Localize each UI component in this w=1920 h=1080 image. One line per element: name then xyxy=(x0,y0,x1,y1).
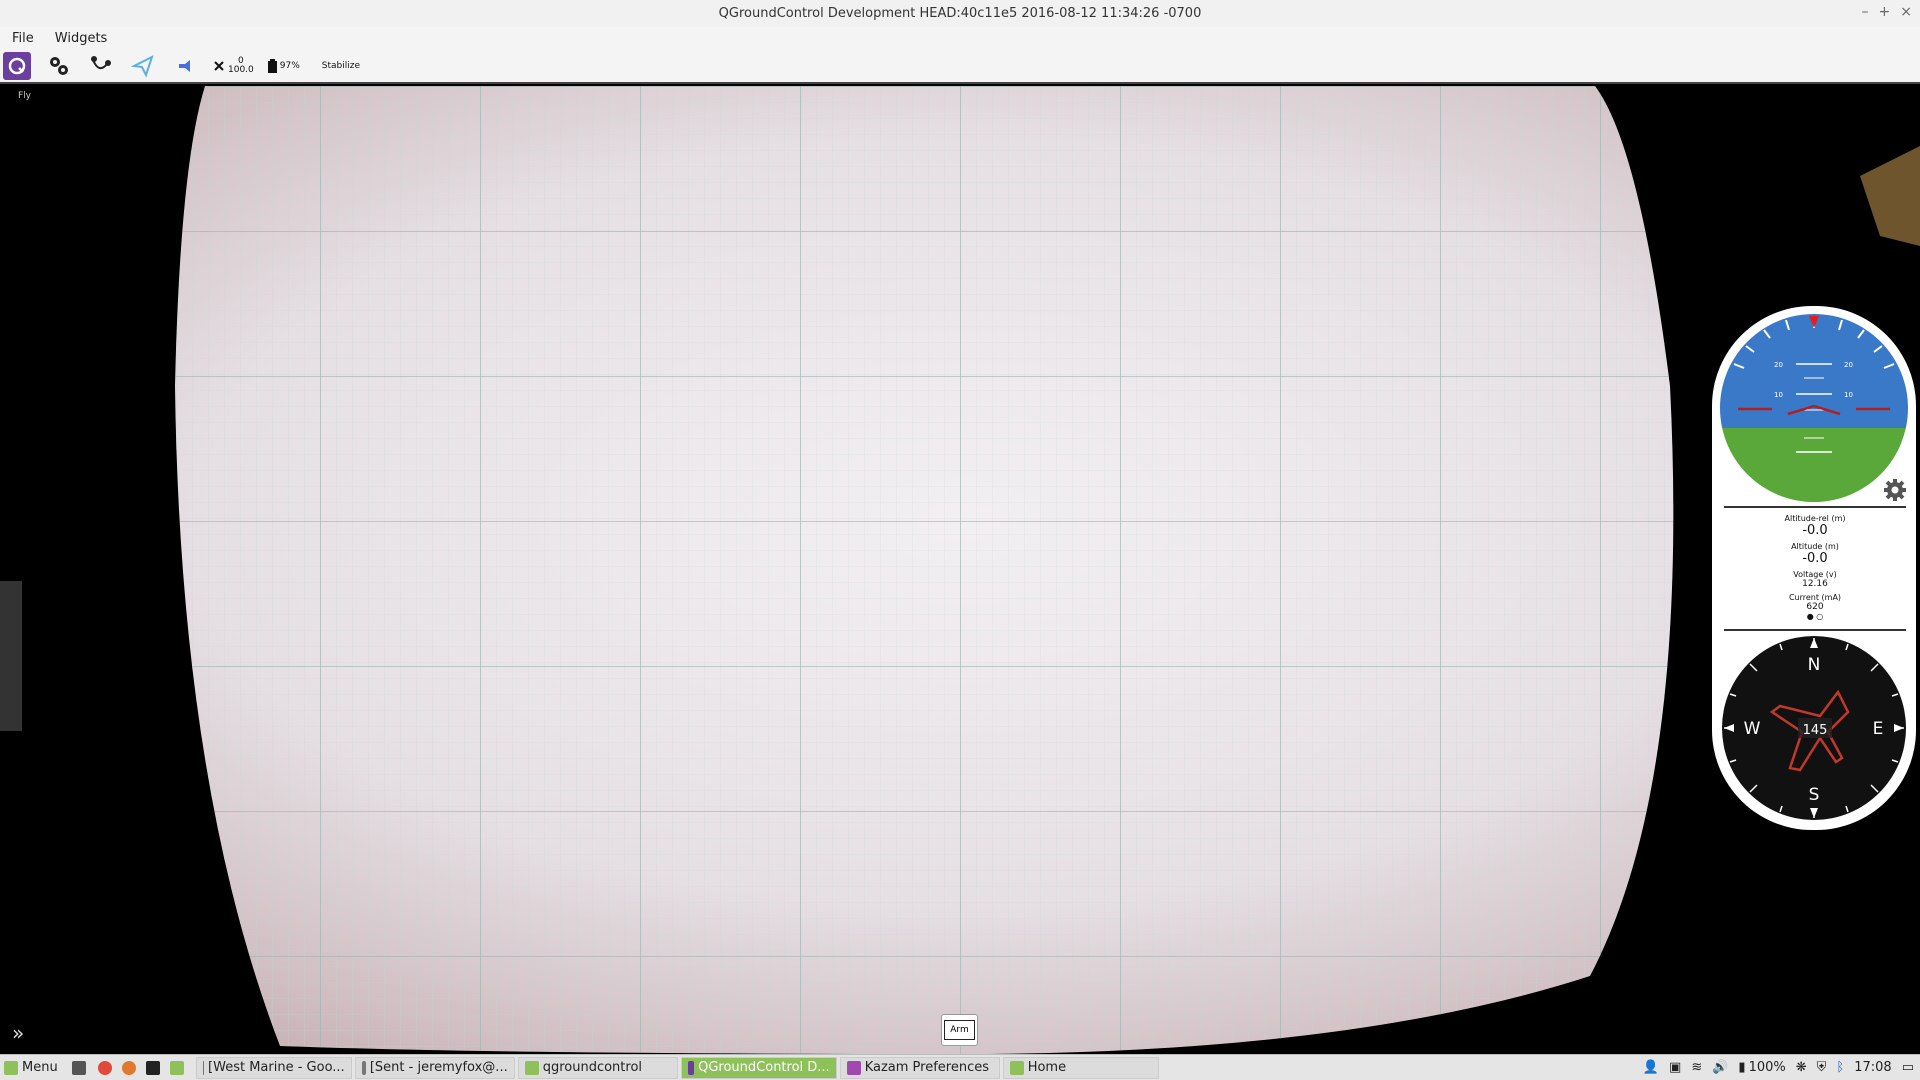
task-label: Home xyxy=(1027,1060,1067,1075)
current-label: Current (mA) xyxy=(1788,593,1842,602)
altitude-value: -0.0 xyxy=(1802,551,1828,566)
maximize-button[interactable]: + xyxy=(1879,4,1891,20)
battery-indicator[interactable]: 97% xyxy=(267,59,300,73)
minimize-button[interactable]: – xyxy=(1862,4,1869,20)
clock[interactable]: 17:08 xyxy=(1854,1060,1891,1075)
gears-icon xyxy=(50,57,68,75)
altitude-label: Altitude (m) xyxy=(1791,542,1839,551)
gear-icon[interactable] xyxy=(1882,477,1908,503)
arm-button[interactable]: Arm xyxy=(941,1014,978,1046)
divider-bottom xyxy=(1724,629,1906,631)
network-icon[interactable]: ❋ xyxy=(1796,1060,1807,1075)
megaphone-icon xyxy=(179,60,190,72)
task-label: [Sent - jeremyfox@... xyxy=(369,1060,508,1075)
voltage-label: Voltage (v) xyxy=(1793,570,1837,579)
folder-task-icon xyxy=(524,1060,539,1075)
wifi-icon[interactable]: ≋ xyxy=(1691,1060,1702,1075)
arm-label: Arm xyxy=(944,1020,975,1040)
notifications-icon[interactable]: ▭ xyxy=(1902,1060,1914,1075)
home-folder-task-icon xyxy=(1009,1060,1024,1075)
pitch-label-20-right: 20 xyxy=(1844,361,1853,369)
compass-west: W xyxy=(1744,719,1761,739)
fly-label: Fly xyxy=(18,91,32,101)
camera-image xyxy=(0,86,1920,1054)
rc-rssi-indicator[interactable]: 0 100.0 xyxy=(213,57,254,75)
user-icon[interactable]: 👤 xyxy=(1643,1060,1659,1075)
mint-logo-icon xyxy=(4,1060,18,1075)
bluetooth-icon[interactable]: ᛒ xyxy=(1836,1060,1844,1075)
firefox-icon[interactable] xyxy=(121,1060,136,1075)
plan-view-button[interactable] xyxy=(87,52,115,80)
battery-percent: 97% xyxy=(279,61,300,71)
system-tray: 👤 ▣ ≋ 🔊 ▮ 100% ❋ ⛨ ᛒ 17:08 ▭ xyxy=(1643,1057,1914,1077)
task-qgroundcontrol-app[interactable]: QGroundControl D... xyxy=(680,1056,837,1079)
battery-tray-percent: 100% xyxy=(1748,1059,1786,1075)
heading-value: 145 xyxy=(1803,723,1828,738)
task-label: Kazam Preferences xyxy=(864,1060,990,1075)
qgc-task-icon xyxy=(687,1060,695,1075)
volume-icon[interactable]: 🔊 xyxy=(1712,1060,1728,1075)
mail-task-icon xyxy=(361,1060,366,1075)
fly-view-button[interactable] xyxy=(129,52,157,80)
compass-north: N xyxy=(1808,655,1821,675)
qgc-window: QGroundControl Development HEAD:40c11e5 … xyxy=(0,0,1920,1080)
video-feed xyxy=(0,86,1920,1054)
vehicle-setup-button[interactable] xyxy=(45,52,73,80)
expand-panel-button[interactable]: » xyxy=(12,1021,24,1045)
pitch-label-10-left: 10 xyxy=(1774,391,1783,399)
task-label: [West Marine - Goo... xyxy=(208,1060,345,1075)
pitch-label-20-left: 20 xyxy=(1774,361,1783,369)
close-button[interactable]: × xyxy=(1900,4,1912,20)
menu-bar: File Widgets xyxy=(0,27,1920,50)
chrome-task-icon xyxy=(202,1060,205,1075)
window-title: QGroundControl Development HEAD:40c11e5 … xyxy=(718,6,1202,21)
menu-file[interactable]: File xyxy=(0,31,43,46)
task-west-marine[interactable]: [West Marine - Goo... xyxy=(195,1056,352,1079)
title-bar: QGroundControl Development HEAD:40c11e5 … xyxy=(0,0,1920,27)
task-label: qgroundcontrol xyxy=(542,1060,643,1075)
telemetry-values: Altitude-rel (m) -0.0 Altitude (m) -0.0 … xyxy=(1725,510,1905,621)
altitude-rel-value: -0.0 xyxy=(1802,523,1828,538)
compass-south: S xyxy=(1809,785,1820,805)
qgc-logo-button[interactable] xyxy=(3,52,31,80)
altitude-rel-label: Altitude-rel (m) xyxy=(1784,514,1846,523)
task-label: QGroundControl D... xyxy=(698,1060,830,1075)
start-menu-label: Menu xyxy=(22,1060,58,1075)
power-indicator[interactable]: ▮ 100% xyxy=(1738,1060,1785,1075)
qgc-logo-icon xyxy=(8,57,26,75)
start-menu-button[interactable]: Menu xyxy=(4,1060,58,1075)
current-value: 620 xyxy=(1806,602,1824,612)
chevrons-right-icon: » xyxy=(12,1021,25,1045)
waypoint-path-icon xyxy=(91,56,111,70)
paper-plane-icon xyxy=(131,55,154,78)
show-desktop-icon[interactable] xyxy=(71,1060,86,1075)
page-indicator-dots[interactable]: ● ○ xyxy=(1725,612,1905,621)
compass-indicator: 145 N S E W xyxy=(1722,636,1906,820)
battery-tray-icon: ▮ xyxy=(1738,1059,1746,1075)
rc-rssi-bottom: 100.0 xyxy=(228,65,254,75)
rc-signal-icon xyxy=(214,61,224,71)
menu-widgets[interactable]: Widgets xyxy=(43,31,117,46)
kazam-task-icon xyxy=(846,1060,861,1075)
main-toolbar: 0 100.0 97% Stabilize xyxy=(0,50,1920,84)
files-icon[interactable] xyxy=(169,1060,184,1075)
flight-mode-label: Stabilize xyxy=(321,61,361,71)
drive-icon[interactable]: ▣ xyxy=(1669,1060,1681,1075)
os-taskbar: Menu [West Marine - Goo... [Sent - jerem… xyxy=(0,1054,1920,1080)
terminal-icon[interactable] xyxy=(145,1060,160,1075)
task-kazam-preferences[interactable]: Kazam Preferences xyxy=(839,1056,1000,1079)
task-sent-mail[interactable]: [Sent - jeremyfox@... xyxy=(354,1056,515,1079)
divider-top xyxy=(1724,506,1906,508)
battery-icon xyxy=(267,59,277,73)
pitch-label-10-right: 10 xyxy=(1844,391,1853,399)
chrome-icon[interactable] xyxy=(97,1060,112,1075)
task-qgroundcontrol-folder[interactable]: qgroundcontrol xyxy=(517,1056,678,1079)
compass-east: E xyxy=(1873,719,1884,739)
flight-mode-selector[interactable]: Stabilize xyxy=(322,61,360,71)
messages-indicator[interactable] xyxy=(171,52,199,80)
voltage-value: 12.16 xyxy=(1802,579,1828,589)
task-home-folder[interactable]: Home xyxy=(1002,1056,1159,1079)
shield-icon[interactable]: ⛨ xyxy=(1817,1060,1827,1075)
